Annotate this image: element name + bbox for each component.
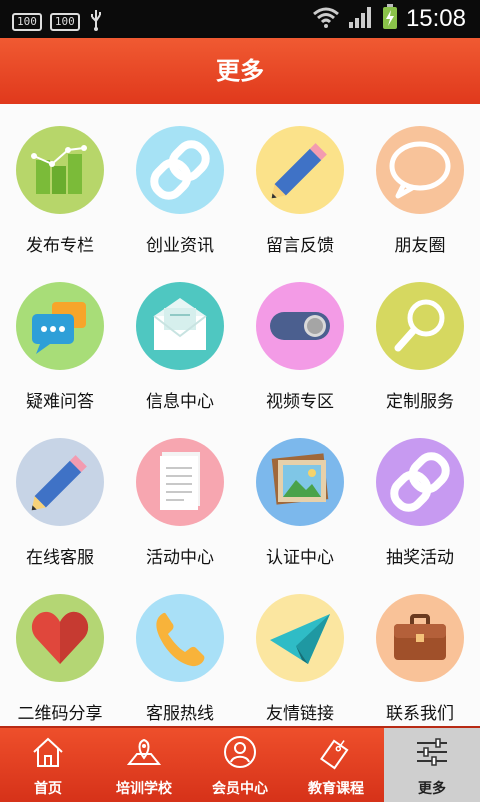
chat-icon xyxy=(16,282,104,370)
grid-item-label: 留言反馈 xyxy=(266,236,334,256)
grid-item-label: 友情链接 xyxy=(266,704,334,724)
battery-icon xyxy=(382,4,398,34)
grid-item-publish-column[interactable]: 发布专栏 xyxy=(0,104,120,256)
grid-item-video-zone[interactable]: 视频专区 xyxy=(240,260,360,412)
user-icon xyxy=(224,736,256,768)
grid-item-label: 二维码分享 xyxy=(17,704,103,724)
title-bar: 更多 xyxy=(0,38,480,104)
grid-item-lottery[interactable]: 抽奖活动 xyxy=(360,416,480,568)
pencil-icon xyxy=(16,438,104,526)
usb-icon xyxy=(88,9,104,35)
tab-member-center[interactable]: 会员中心 xyxy=(192,728,288,802)
grid-item-feedback[interactable]: 留言反馈 xyxy=(240,104,360,256)
feature-grid: 发布专栏 创业资讯 留言反馈 朋友圈 疑难问答 信息中心 视频专区 定制服务 在… xyxy=(0,104,480,726)
grid-item-moments[interactable]: 朋友圈 xyxy=(360,104,480,256)
grid-item-qa[interactable]: 疑难问答 xyxy=(0,260,120,412)
clock: 15:08 xyxy=(405,5,466,32)
tab-label: 教育课程 xyxy=(308,781,364,797)
grid-item-label: 活动中心 xyxy=(146,548,214,568)
picture-icon xyxy=(256,438,344,526)
map-icon xyxy=(126,738,162,765)
grid-item-hotline[interactable]: 客服热线 xyxy=(120,572,240,724)
home-icon xyxy=(33,737,63,767)
bottom-tab-bar: 首页 培训学校 会员中心 教育课程 更多 xyxy=(0,726,480,802)
grid-item-qr-share[interactable]: 二维码分享 xyxy=(0,572,120,724)
grid-item-label: 客服热线 xyxy=(146,704,214,724)
grid-item-event-center[interactable]: 活动中心 xyxy=(120,416,240,568)
briefcase-icon xyxy=(376,594,464,682)
grid-item-label: 疑难问答 xyxy=(26,392,94,412)
link-icon xyxy=(376,438,464,526)
pencil-icon xyxy=(256,126,344,214)
bar-chart-icon xyxy=(16,126,104,214)
phone-icon xyxy=(136,594,224,682)
tab-home[interactable]: 首页 xyxy=(0,728,96,802)
magnifier-icon xyxy=(376,282,464,370)
tab-label: 首页 xyxy=(34,781,62,797)
grid-item-label: 定制服务 xyxy=(386,392,454,412)
envelope-icon xyxy=(136,282,224,370)
notification-badge-1: 100 xyxy=(12,13,42,31)
grid-item-label: 在线客服 xyxy=(26,548,94,568)
tab-more[interactable]: 更多 xyxy=(384,728,480,802)
grid-item-label: 联系我们 xyxy=(386,704,454,724)
tab-label: 培训学校 xyxy=(116,781,172,797)
wifi-icon xyxy=(312,6,340,32)
sale-tag-icon xyxy=(320,739,349,770)
grid-item-label: 抽奖活动 xyxy=(386,548,454,568)
grid-item-friend-links[interactable]: 友情链接 xyxy=(240,572,360,724)
paper-plane-icon xyxy=(256,594,344,682)
sliders-icon xyxy=(417,738,447,766)
grid-item-startup-news[interactable]: 创业资讯 xyxy=(120,104,240,256)
tab-label: 更多 xyxy=(418,781,446,797)
grid-item-contact-us[interactable]: 联系我们 xyxy=(360,572,480,724)
tab-label: 会员中心 xyxy=(212,781,268,797)
status-bar: 100 100 15:08 xyxy=(0,0,480,38)
notification-badge-2: 100 xyxy=(49,13,80,31)
tab-education-courses[interactable]: 教育课程 xyxy=(288,728,384,802)
toggle-icon xyxy=(256,282,344,370)
heart-icon xyxy=(16,594,104,682)
document-icon xyxy=(136,438,224,526)
grid-item-label: 认证中心 xyxy=(266,548,334,568)
grid-item-certification[interactable]: 认证中心 xyxy=(240,416,360,568)
grid-item-label: 发布专栏 xyxy=(26,236,94,256)
grid-item-info-center[interactable]: 信息中心 xyxy=(120,260,240,412)
grid-item-custom-service[interactable]: 定制服务 xyxy=(360,260,480,412)
grid-item-label: 创业资讯 xyxy=(146,236,214,256)
grid-item-label: 信息中心 xyxy=(146,392,214,412)
signal-icon xyxy=(348,5,374,33)
speech-bubble-icon xyxy=(376,126,464,214)
link-icon xyxy=(136,126,224,214)
grid-item-label: 朋友圈 xyxy=(394,236,446,256)
tab-training-school[interactable]: 培训学校 xyxy=(96,728,192,802)
page-title: 更多 xyxy=(216,57,264,85)
grid-item-online-support[interactable]: 在线客服 xyxy=(0,416,120,568)
grid-item-label: 视频专区 xyxy=(266,392,334,412)
